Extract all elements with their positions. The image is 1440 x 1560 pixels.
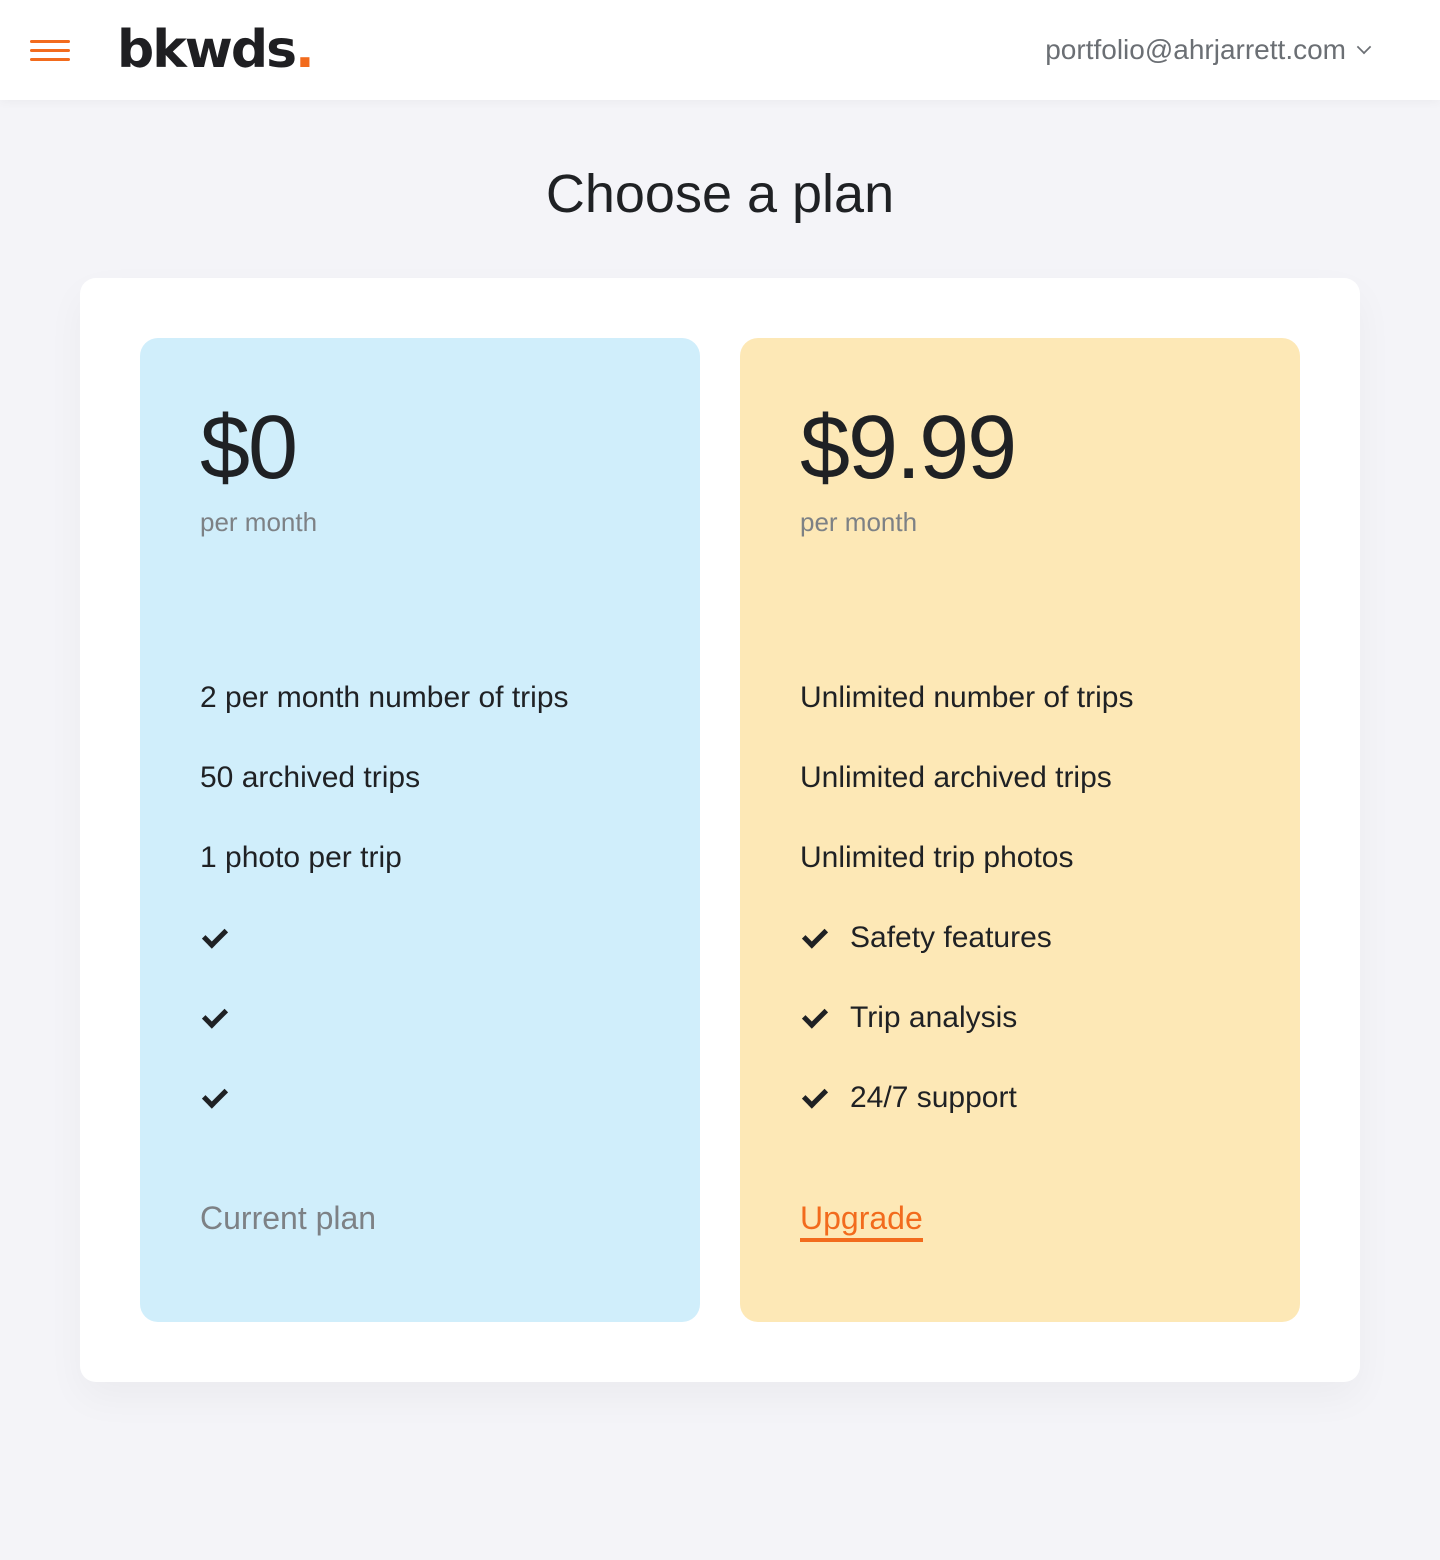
check-icon — [200, 1083, 230, 1113]
plan-card-free: $0 per month 2 per month number of trips… — [140, 338, 700, 1322]
account-email: portfolio@ahrjarrett.com — [1045, 34, 1346, 65]
hamburger-menu-icon[interactable] — [30, 37, 70, 65]
feature-text: 2 per month number of trips — [200, 681, 569, 714]
page-title: Choose a plan — [545, 164, 895, 224]
logo-text: bkwds — [117, 20, 297, 80]
feature-text: Unlimited archived trips — [800, 761, 1112, 794]
current-plan-label: Current plan — [200, 1200, 377, 1236]
plan-period: per month — [800, 507, 918, 537]
check-feature-item — [200, 978, 569, 1058]
check-feature-item — [200, 898, 569, 978]
feature-item: Unlimited trip photos — [800, 818, 1133, 898]
feature-item: Unlimited archived trips — [800, 738, 1133, 818]
plan-price: $9.99 — [800, 398, 1017, 498]
feature-item: Unlimited number of trips — [800, 658, 1133, 738]
plan-card-pro: $9.99 per month Unlimited number of trip… — [740, 338, 1300, 1322]
feature-item: 50 archived trips — [200, 738, 569, 818]
feature-text: Safety features — [850, 921, 1052, 954]
feature-text: 50 archived trips — [200, 761, 421, 794]
logo-dot: . — [295, 20, 315, 80]
feature-text: Trip analysis — [850, 1001, 1018, 1034]
chevron-down-icon — [1356, 39, 1372, 55]
top-bar: bkwds. portfolio@ahrjarrett.com — [0, 0, 1440, 100]
plan-features: 2 per month number of trips 50 archived … — [200, 658, 569, 1138]
feature-item: 1 photo per trip — [200, 818, 569, 898]
check-icon — [200, 1003, 230, 1033]
brand-logo[interactable]: bkwds. — [117, 18, 315, 82]
check-feature-item: Trip analysis — [800, 978, 1133, 1058]
plan-features: Unlimited number of trips Unlimited arch… — [800, 658, 1133, 1138]
feature-item: 2 per month number of trips — [200, 658, 569, 738]
feature-text: Unlimited number of trips — [800, 681, 1134, 714]
account-menu[interactable]: portfolio@ahrjarrett.com — [1045, 32, 1372, 68]
check-icon — [800, 923, 830, 953]
check-feature-item — [200, 1058, 569, 1138]
plan-price: $0 — [200, 398, 298, 498]
check-feature-item: Safety features — [800, 898, 1133, 978]
check-icon — [800, 1083, 830, 1113]
upgrade-action: Upgrade — [800, 1198, 923, 1242]
plans-panel: $0 per month 2 per month number of trips… — [80, 278, 1360, 1382]
check-icon — [200, 923, 230, 953]
feature-text: Unlimited trip photos — [800, 841, 1074, 874]
check-icon — [800, 1003, 830, 1033]
plan-period: per month — [200, 507, 318, 537]
upgrade-link[interactable]: Upgrade — [800, 1200, 923, 1242]
check-feature-item: 24/7 support — [800, 1058, 1133, 1138]
feature-text: 1 photo per trip — [200, 841, 402, 874]
feature-text: 24/7 support — [850, 1081, 1017, 1114]
